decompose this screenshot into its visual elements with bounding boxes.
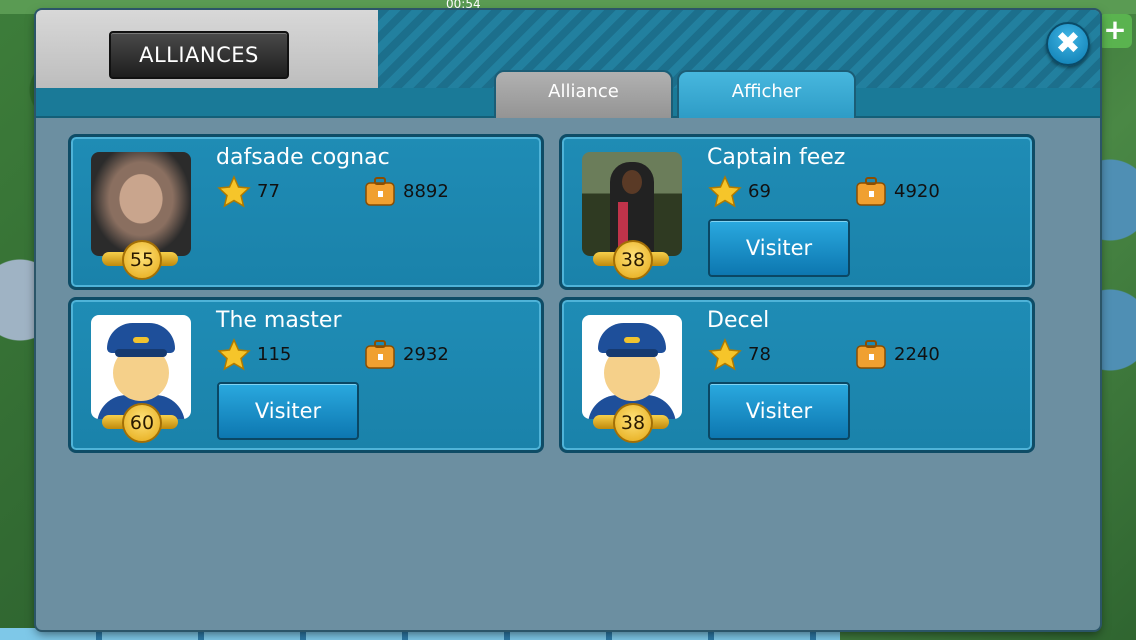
suitcase-icon <box>856 340 886 369</box>
member-card: 60 The master 115 2932 Visiter <box>68 297 544 453</box>
member-name: The master <box>216 308 342 333</box>
level-number: 55 <box>122 240 162 280</box>
tab-afficher[interactable]: Afficher <box>677 70 856 118</box>
level-badge: 60 <box>102 403 180 443</box>
cargo-stat: 4920 <box>854 175 940 209</box>
add-button[interactable]: + <box>1098 14 1132 48</box>
tab-alliance[interactable]: Alliance <box>494 70 673 118</box>
member-name: Captain feez <box>707 145 846 170</box>
visit-button[interactable]: Visiter <box>708 382 850 440</box>
suitcase-icon <box>365 177 395 206</box>
star-icon <box>708 338 742 371</box>
member-name: dafsade cognac <box>216 145 390 170</box>
cargo-value: 8892 <box>403 181 449 202</box>
cargo-stat: 2240 <box>854 338 940 372</box>
level-badge: 38 <box>593 240 671 280</box>
member-card: 55 dafsade cognac 77 8892 <box>68 134 544 290</box>
stars-value: 78 <box>748 344 771 365</box>
stars-stat: 77 <box>217 175 280 209</box>
cargo-stat: 2932 <box>363 338 449 372</box>
close-icon[interactable]: ✖ <box>1046 22 1090 66</box>
star-icon <box>708 175 742 208</box>
stars-stat: 115 <box>217 338 291 372</box>
suitcase-icon <box>856 177 886 206</box>
member-card: 38 Captain feez 69 4920 Visiter <box>559 134 1035 290</box>
member-name: Decel <box>707 308 770 333</box>
star-icon <box>217 175 251 208</box>
cargo-stat: 8892 <box>363 175 449 209</box>
stars-value: 115 <box>257 344 292 365</box>
cargo-value: 2932 <box>403 344 449 365</box>
member-card: 38 Decel 78 2240 Visiter <box>559 297 1035 453</box>
stars-stat: 69 <box>708 175 771 209</box>
visit-button[interactable]: Visiter <box>708 219 850 277</box>
star-icon <box>217 338 251 371</box>
dialog-title: ALLIANCES <box>109 31 289 79</box>
stars-stat: 78 <box>708 338 771 372</box>
stars-value: 77 <box>257 181 280 202</box>
alliances-dialog: ALLIANCES ✖ Alliance Afficher 55 dafsade… <box>36 10 1100 630</box>
cargo-value: 4920 <box>894 181 940 202</box>
stars-value: 69 <box>748 181 771 202</box>
level-number: 60 <box>122 403 162 443</box>
visit-button[interactable]: Visiter <box>217 382 359 440</box>
level-badge: 55 <box>102 240 180 280</box>
level-number: 38 <box>613 240 653 280</box>
suitcase-icon <box>365 340 395 369</box>
level-badge: 38 <box>593 403 671 443</box>
level-number: 38 <box>613 403 653 443</box>
cargo-value: 2240 <box>894 344 940 365</box>
